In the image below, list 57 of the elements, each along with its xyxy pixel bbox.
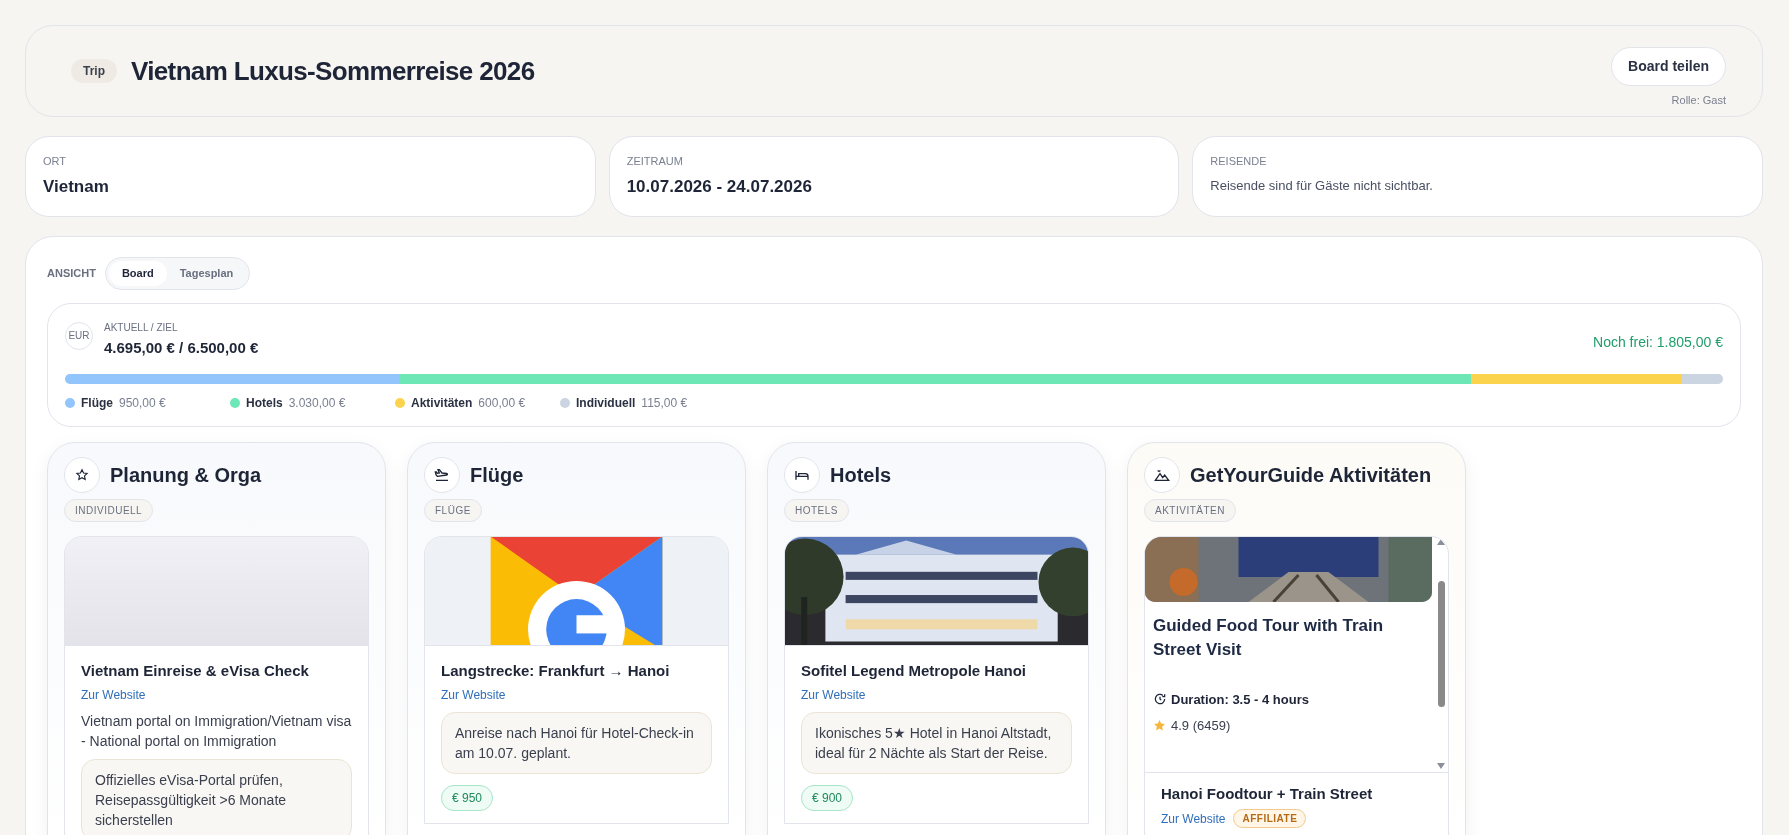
scroll-thumb[interactable] xyxy=(1437,580,1445,707)
legend-label: Individuell xyxy=(576,395,636,412)
item-title: Vietnam Einreise & eVisa Check xyxy=(81,660,309,681)
column-title: Hotels xyxy=(830,462,892,488)
role-label: Rolle: Gast xyxy=(1671,93,1726,109)
rating-text: 4.9 (6459) xyxy=(1171,717,1231,735)
column-title: GetYourGuide Aktivitäten xyxy=(1190,462,1432,488)
price-badge: € 950 xyxy=(441,785,494,811)
affiliate-badge: AFFILIATE xyxy=(1233,809,1307,828)
legend-value: 600,00 € xyxy=(478,395,526,412)
view-label: ANSICHT xyxy=(47,266,96,281)
website-link[interactable]: Zur Website xyxy=(801,686,866,704)
legend-label: Hotels xyxy=(246,395,283,412)
scroll-down-icon[interactable] xyxy=(1437,762,1445,769)
item-description: Vietnam portal on Immigration/Vietnam visa - National portal on Immigration xyxy=(81,712,352,751)
share-button[interactable]: Board teilen xyxy=(1611,47,1726,87)
website-link[interactable]: Zur Website xyxy=(441,686,506,704)
remaining-amount: Noch frei: 1.805,00 € xyxy=(1593,332,1723,352)
info-label: ZEITRAUM xyxy=(626,154,684,169)
category-tag: FLÜGE xyxy=(424,498,482,522)
view-tab[interactable]: Tagesplan xyxy=(166,261,247,286)
info-note: Reisende sind für Gäste nicht sichtbar. xyxy=(1210,176,1434,195)
view-tab[interactable]: Board xyxy=(108,261,167,286)
item-title: Hanoi Foodtour + Train Street xyxy=(1161,783,1373,804)
star-icon xyxy=(75,467,89,482)
clock-icon xyxy=(1153,692,1167,707)
item-title: Langstrecke: Frankfurt → Hanoi xyxy=(441,660,670,681)
website-link[interactable]: Zur Website xyxy=(1161,809,1226,828)
plane-icon xyxy=(434,466,450,483)
budget-caption: AKTUELL / ZIEL xyxy=(104,320,179,335)
legend-label: Aktivitäten xyxy=(411,395,473,412)
category-tag: INDIVIDUELL xyxy=(64,498,154,522)
item-note: Ikonisches 5★ Hotel in Hanoi Altstadt, ideal für 2 Nächte als Start der Reise. xyxy=(801,712,1072,774)
star-icon xyxy=(1153,719,1166,733)
info-value: Vietnam xyxy=(43,175,110,198)
price-badge: € 900 xyxy=(801,785,854,811)
column-title: Flüge xyxy=(470,462,524,488)
board-title: Vietnam Luxus-Sommerreise 2026 xyxy=(131,54,535,88)
legend-value: 950,00 € xyxy=(119,395,166,412)
item-title: Sofitel Legend Metropole Hanoi xyxy=(801,660,1026,681)
column-title: Planung & Orga xyxy=(110,462,262,488)
item-note: Anreise nach Hanoi für Hotel-Check-in am 10.07. geplant. xyxy=(441,712,712,774)
trip-badge: Trip xyxy=(71,59,117,83)
scroll-up-icon[interactable] xyxy=(1437,538,1445,545)
legend-value: 3.030,00 € xyxy=(288,395,346,412)
legend-value: 115,00 € xyxy=(641,395,688,412)
legend-label: Flüge xyxy=(81,395,113,412)
info-value: 10.07.2026 - 24.07.2026 xyxy=(626,175,813,198)
item-note: Offizielles eVisa-Portal prüfen, Reisepassgültigkeit >6 Monate sicherstellen xyxy=(81,759,352,835)
activity-title: Guided Food Tour with Train Street Visit xyxy=(1153,614,1385,661)
budget-amount: 4.695,00 € / 6.500,00 € xyxy=(104,337,259,358)
duration-text: Duration: 3.5 - 4 hours xyxy=(1171,690,1309,709)
info-label: REISENDE xyxy=(1210,154,1268,169)
info-label: ORT xyxy=(43,154,68,169)
website-link[interactable]: Zur Website xyxy=(81,686,146,704)
category-tag: AKTIVITÄTEN xyxy=(1144,498,1236,522)
category-tag: HOTELS xyxy=(784,498,849,522)
